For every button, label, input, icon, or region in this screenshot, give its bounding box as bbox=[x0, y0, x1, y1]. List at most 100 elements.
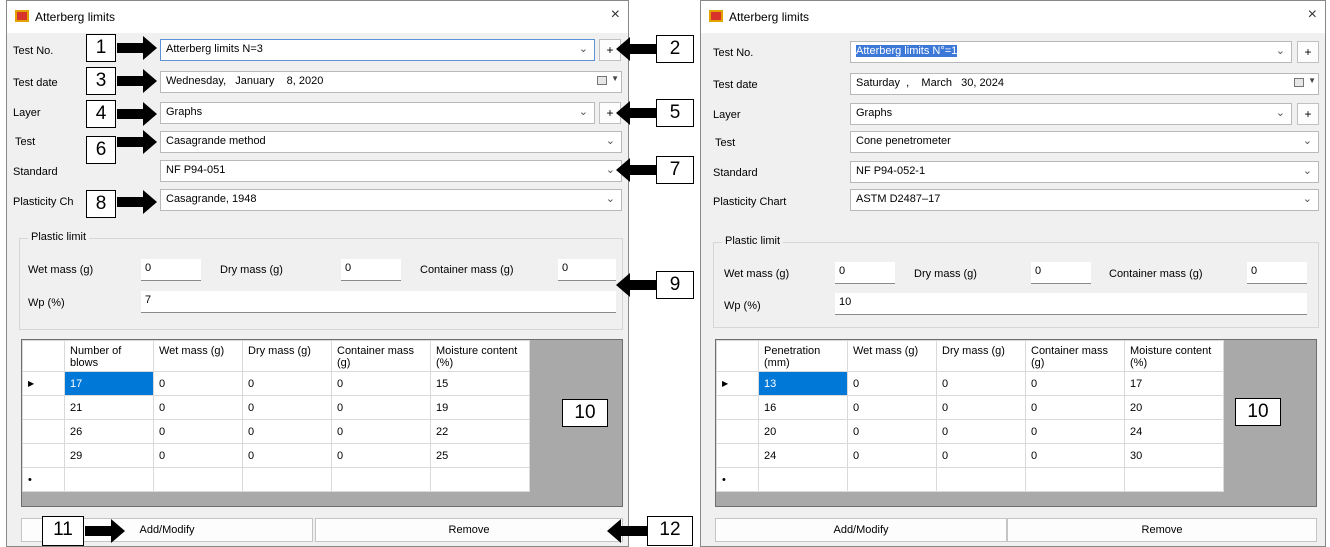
standard-combobox[interactable]: NF P94-051 ⌄ bbox=[160, 160, 622, 182]
table-cell[interactable] bbox=[153, 467, 243, 492]
new-row[interactable]: • bbox=[716, 467, 1224, 492]
table-cell[interactable]: 0 bbox=[331, 419, 431, 444]
table-cell[interactable] bbox=[242, 467, 332, 492]
close-icon[interactable]: × bbox=[1308, 6, 1317, 24]
table-cell[interactable]: 20 bbox=[758, 419, 848, 444]
close-icon[interactable]: × bbox=[611, 6, 620, 24]
table-cell[interactable]: 0 bbox=[847, 395, 937, 420]
table-row[interactable]: 16 0 0 0 20 bbox=[716, 395, 1224, 420]
table-cell[interactable]: 0 bbox=[331, 443, 431, 468]
column-header[interactable]: Number of blows bbox=[64, 340, 154, 372]
calendar-icon[interactable] bbox=[1294, 78, 1304, 87]
column-header[interactable]: Wet mass (g) bbox=[847, 340, 937, 372]
table-cell[interactable]: 22 bbox=[430, 419, 530, 444]
test-combobox[interactable]: Cone penetrometer ⌄ bbox=[850, 131, 1319, 153]
table-cell[interactable]: 17 bbox=[64, 371, 154, 396]
table-cell[interactable]: 13 bbox=[758, 371, 848, 396]
table-cell[interactable]: 0 bbox=[153, 371, 243, 396]
column-header[interactable]: Moisture content (%) bbox=[430, 340, 530, 372]
calendar-icon[interactable] bbox=[597, 76, 607, 85]
table-cell[interactable]: 0 bbox=[847, 371, 937, 396]
table-row[interactable]: ▶ 13 0 0 0 17 bbox=[716, 371, 1224, 396]
add-layer-button[interactable]: + bbox=[1297, 103, 1319, 125]
table-cell[interactable]: 17 bbox=[1124, 371, 1224, 396]
table-cell[interactable]: 29 bbox=[64, 443, 154, 468]
table-cell[interactable]: 24 bbox=[758, 443, 848, 468]
table-cell[interactable]: 0 bbox=[153, 443, 243, 468]
table-cell[interactable] bbox=[64, 467, 154, 492]
table-cell[interactable]: 0 bbox=[242, 395, 332, 420]
table-cell[interactable]: 20 bbox=[1124, 395, 1224, 420]
table-cell[interactable]: 0 bbox=[847, 419, 937, 444]
table-cell[interactable]: 26 bbox=[64, 419, 154, 444]
table-cell[interactable]: 25 bbox=[430, 443, 530, 468]
table-cell[interactable]: 0 bbox=[153, 419, 243, 444]
table-cell[interactable]: 0 bbox=[242, 371, 332, 396]
table-cell[interactable]: 0 bbox=[847, 443, 937, 468]
table-cell[interactable]: 0 bbox=[1025, 371, 1125, 396]
table-row[interactable]: ▶ 17 0 0 0 15 bbox=[22, 371, 530, 396]
table-cell[interactable]: 0 bbox=[1025, 419, 1125, 444]
column-header[interactable]: Dry mass (g) bbox=[936, 340, 1026, 372]
table-row[interactable]: 26 0 0 0 22 bbox=[22, 419, 530, 444]
table-cell[interactable]: 0 bbox=[936, 419, 1026, 444]
table-row[interactable]: 24 0 0 0 30 bbox=[716, 443, 1224, 468]
table-cell[interactable]: 0 bbox=[936, 371, 1026, 396]
test-date-picker[interactable]: Wednesday, January 8, 2020 ▼ bbox=[160, 71, 622, 93]
table-cell[interactable] bbox=[1124, 467, 1224, 492]
plasticity-chart-combobox[interactable]: Casagrande, 1948 ⌄ bbox=[160, 189, 622, 211]
plasticity-chart-combobox[interactable]: ASTM D2487–17 ⌄ bbox=[850, 189, 1319, 211]
wp-input[interactable]: 10 bbox=[835, 293, 1307, 315]
column-header[interactable]: Penetration (mm) bbox=[758, 340, 848, 372]
column-header[interactable]: Dry mass (g) bbox=[242, 340, 332, 372]
table-cell[interactable]: 15 bbox=[430, 371, 530, 396]
column-header[interactable]: Container mass (g) bbox=[331, 340, 431, 372]
table-cell[interactable]: 0 bbox=[242, 443, 332, 468]
table-cell[interactable]: 0 bbox=[1025, 395, 1125, 420]
table-cell[interactable]: 0 bbox=[1025, 443, 1125, 468]
container-mass-input[interactable]: 0 bbox=[558, 259, 616, 281]
wet-mass-input[interactable]: 0 bbox=[835, 262, 895, 284]
table-cell[interactable]: 30 bbox=[1124, 443, 1224, 468]
table-row[interactable]: 20 0 0 0 24 bbox=[716, 419, 1224, 444]
container-mass-input[interactable]: 0 bbox=[1247, 262, 1307, 284]
table-cell[interactable]: 0 bbox=[936, 395, 1026, 420]
column-header[interactable]: Moisture content (%) bbox=[1124, 340, 1224, 372]
test-no-combobox[interactable]: Atterberg limits N°=1 ⌄ bbox=[850, 41, 1292, 63]
test-date-picker[interactable]: Saturday , March 30, 2024 ▼ bbox=[850, 73, 1319, 95]
dry-mass-input[interactable]: 0 bbox=[1031, 262, 1091, 284]
table-cell[interactable] bbox=[847, 467, 937, 492]
table-cell[interactable]: 0 bbox=[331, 371, 431, 396]
remove-button[interactable]: Remove bbox=[315, 518, 623, 542]
table-cell[interactable]: 24 bbox=[1124, 419, 1224, 444]
column-header[interactable]: Container mass (g) bbox=[1025, 340, 1125, 372]
layer-combobox[interactable]: Graphs ⌄ bbox=[160, 102, 595, 124]
add-test-button[interactable]: + bbox=[1297, 41, 1319, 63]
add-modify-button[interactable]: Add/Modify bbox=[715, 518, 1007, 542]
wp-input[interactable]: 7 bbox=[141, 291, 616, 313]
table-cell[interactable] bbox=[1025, 467, 1125, 492]
table-cell[interactable]: 16 bbox=[758, 395, 848, 420]
table-cell[interactable] bbox=[331, 467, 431, 492]
table-cell[interactable]: 19 bbox=[430, 395, 530, 420]
table-cell[interactable]: 0 bbox=[242, 419, 332, 444]
measurements-grid[interactable]: Penetration (mm) Wet mass (g) Dry mass (… bbox=[715, 339, 1317, 507]
table-cell[interactable]: 0 bbox=[153, 395, 243, 420]
table-row[interactable]: 21 0 0 0 19 bbox=[22, 395, 530, 420]
table-cell[interactable]: 0 bbox=[936, 443, 1026, 468]
layer-combobox[interactable]: Graphs ⌄ bbox=[850, 103, 1292, 125]
standard-combobox[interactable]: NF P94-052-1 ⌄ bbox=[850, 161, 1319, 183]
test-combobox[interactable]: Casagrande method ⌄ bbox=[160, 131, 622, 153]
new-row[interactable]: • bbox=[22, 467, 530, 492]
wet-mass-input[interactable]: 0 bbox=[141, 259, 201, 281]
table-cell[interactable]: 0 bbox=[331, 395, 431, 420]
column-header[interactable]: Wet mass (g) bbox=[153, 340, 243, 372]
test-no-combobox[interactable]: Atterberg limits N=3 ⌄ bbox=[160, 39, 595, 61]
table-cell[interactable]: 21 bbox=[64, 395, 154, 420]
table-cell[interactable] bbox=[936, 467, 1026, 492]
dry-mass-input[interactable]: 0 bbox=[341, 259, 401, 281]
measurements-grid[interactable]: Number of blows Wet mass (g) Dry mass (g… bbox=[21, 339, 623, 507]
table-row[interactable]: 29 0 0 0 25 bbox=[22, 443, 530, 468]
table-cell[interactable] bbox=[758, 467, 848, 492]
table-cell[interactable] bbox=[430, 467, 530, 492]
